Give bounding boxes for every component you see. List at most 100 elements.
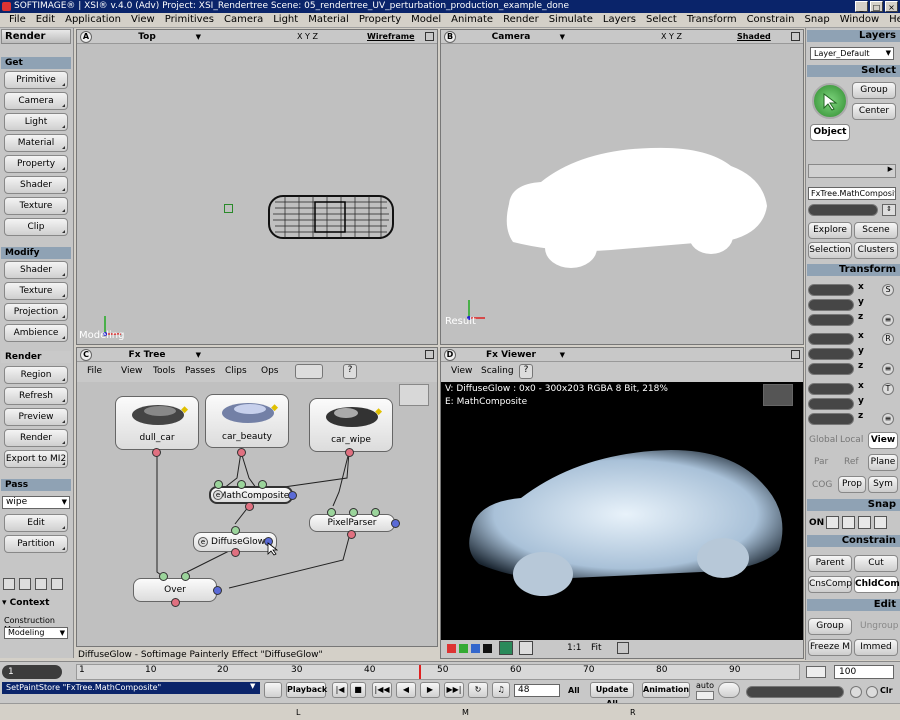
parameter-port[interactable] [213, 586, 222, 595]
select-object-button[interactable]: Object [810, 124, 850, 141]
explore-button[interactable]: Explore [808, 222, 852, 239]
menu-model[interactable]: Model [406, 13, 446, 27]
modify-texture-button[interactable]: Texture [4, 282, 68, 300]
rotate-z-field[interactable] [808, 363, 854, 375]
input-port[interactable] [159, 572, 168, 581]
immed-button[interactable]: Immed [854, 639, 898, 656]
menu-animate[interactable]: Animate [446, 13, 498, 27]
pass-edit-button[interactable]: Edit [4, 514, 68, 532]
timeline-track[interactable]: 1 10 20 30 40 50 60 70 80 90 [76, 664, 800, 680]
key-lock-icon[interactable] [850, 686, 862, 698]
next-key-icon[interactable]: ▶▶| [444, 682, 464, 698]
output-port[interactable] [152, 448, 161, 457]
context-toggle[interactable]: ▾ Context [2, 598, 72, 608]
filter-slot[interactable]: ▶ [808, 164, 896, 178]
play-icon[interactable]: ▶ [420, 682, 440, 698]
loop-icon[interactable]: ↻ [468, 682, 488, 698]
viewer-navigator-icon[interactable] [763, 384, 793, 406]
menu-file[interactable]: File [4, 13, 31, 27]
snap-grid-icon[interactable] [826, 516, 839, 529]
menu-camera[interactable]: Camera [219, 13, 268, 27]
ref-button[interactable]: Ref [844, 457, 859, 467]
snap-on-toggle[interactable]: ON [809, 518, 824, 528]
minimize-button[interactable]: _ [855, 1, 868, 12]
menu-render[interactable]: Render [498, 13, 544, 27]
display-mode-menu[interactable]: Wireframe [367, 30, 415, 44]
snap-point-icon[interactable] [842, 516, 855, 529]
fx-menu-clips[interactable]: Clips [225, 366, 247, 376]
translate-z-field[interactable] [808, 413, 854, 425]
output-port[interactable] [237, 448, 246, 457]
viewer-menu-view[interactable]: View [451, 366, 472, 376]
render-region-button[interactable]: Region [4, 366, 68, 384]
translate-lock-icon[interactable]: ≡ [882, 413, 894, 425]
get-clip-button[interactable]: Clip [4, 218, 68, 236]
parent-button[interactable]: Parent [808, 555, 852, 572]
select-arrow-icon[interactable] [812, 83, 848, 119]
timeline-end-field[interactable]: 100 [834, 665, 894, 679]
get-material-button[interactable]: Material [4, 134, 68, 152]
parameter-port[interactable] [391, 519, 400, 528]
menu-simulate[interactable]: Simulate [544, 13, 598, 27]
timeline-range-icon[interactable] [806, 666, 826, 678]
get-texture-button[interactable]: Texture [4, 197, 68, 215]
plane-button[interactable]: Plane [868, 454, 898, 471]
tool-c-icon[interactable] [35, 578, 47, 590]
blue-channel-icon[interactable] [471, 644, 480, 653]
viewport-view-menu[interactable]: Fx Viewer [461, 348, 565, 362]
prev-frame-icon[interactable]: ◀ [396, 682, 416, 698]
output-port[interactable] [231, 548, 240, 557]
fx-tree-canvas[interactable]: dull_car ◆ car_beauty ◆ car_wipe ◆ e Mat… [77, 382, 437, 646]
scale-button[interactable]: S [882, 284, 894, 296]
select-center-button[interactable]: Center [852, 103, 896, 120]
render-preview-button[interactable]: Preview [4, 408, 68, 426]
clear-button[interactable]: Clr [880, 686, 893, 695]
rgb-toggle-icon[interactable] [499, 641, 513, 655]
rotate-button[interactable]: R [882, 333, 894, 345]
menu-primitives[interactable]: Primitives [160, 13, 219, 27]
key-remove-icon[interactable] [866, 686, 878, 698]
menu-transform[interactable]: Transform [682, 13, 742, 27]
key-value-field[interactable] [746, 686, 844, 698]
auto-key-toggle[interactable] [696, 691, 714, 700]
render-render-button[interactable]: Render [4, 429, 68, 447]
get-light-button[interactable]: Light [4, 113, 68, 131]
first-frame-icon[interactable]: |◀ [332, 682, 348, 698]
mode-selector[interactable]: Render [1, 29, 71, 44]
rotate-x-field[interactable] [808, 333, 854, 345]
select-group-button[interactable]: Group [852, 82, 896, 99]
sym-button[interactable]: Sym [868, 476, 898, 493]
viewport-view-menu[interactable]: Top [97, 30, 201, 44]
input-port[interactable] [231, 526, 240, 535]
color-picker-icon[interactable] [519, 641, 533, 655]
prop-button[interactable]: Prop [838, 476, 866, 493]
par-button[interactable]: Par [814, 457, 828, 467]
menu-light[interactable]: Light [268, 13, 303, 27]
get-camera-button[interactable]: Camera [4, 92, 68, 110]
output-port[interactable] [347, 530, 356, 539]
fx-menu-tools[interactable]: Tools [153, 366, 175, 376]
output-port[interactable] [245, 502, 254, 511]
input-port[interactable] [214, 480, 223, 489]
menu-constrain[interactable]: Constrain [742, 13, 800, 27]
viewer-menu-scaling[interactable]: Scaling [481, 366, 514, 376]
fx-menu-passes[interactable]: Passes [185, 366, 215, 376]
cog-button[interactable]: COG [812, 480, 832, 490]
selection-spinner[interactable]: ⇕ [882, 204, 896, 216]
pass-partition-button[interactable]: Partition [4, 535, 68, 553]
animation-menu[interactable]: Animation [642, 682, 690, 698]
snap-surface-icon[interactable] [874, 516, 887, 529]
input-port[interactable] [181, 572, 190, 581]
menu-select[interactable]: Select [641, 13, 682, 27]
viewport-view-menu[interactable]: Fx Tree [97, 348, 201, 362]
axis-toggles[interactable]: X Y Z [297, 30, 318, 44]
global-button[interactable]: Global [809, 435, 838, 445]
fx-menu-file[interactable]: File [87, 366, 102, 376]
scale-y-field[interactable] [808, 299, 854, 311]
fx-menu-ops[interactable]: Ops [261, 366, 279, 376]
maximize-icon[interactable] [425, 32, 434, 41]
script-command-line[interactable]: SetPaintStore "FxTree.MathComposite" [2, 682, 260, 694]
viewport-view-menu[interactable]: Camera [461, 30, 565, 44]
render-refresh-button[interactable]: Refresh [4, 387, 68, 405]
get-shader-button[interactable]: Shader [4, 176, 68, 194]
